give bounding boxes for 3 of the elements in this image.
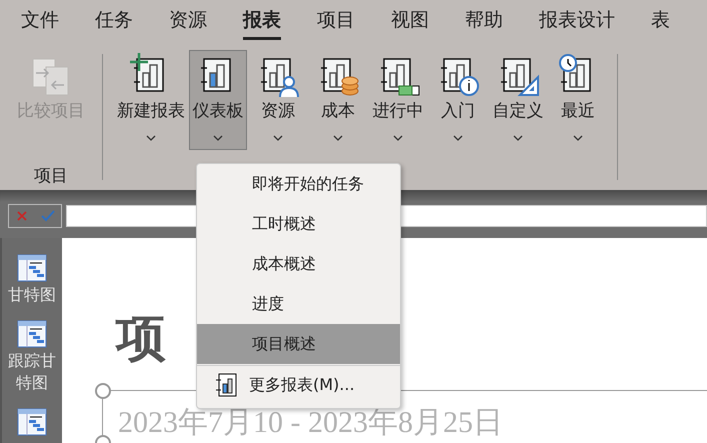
group-label: 项目: [34, 165, 68, 188]
date-range-text: 2023年7月10 - 2023年8月25日: [118, 406, 503, 439]
report-title: 项: [116, 310, 166, 366]
